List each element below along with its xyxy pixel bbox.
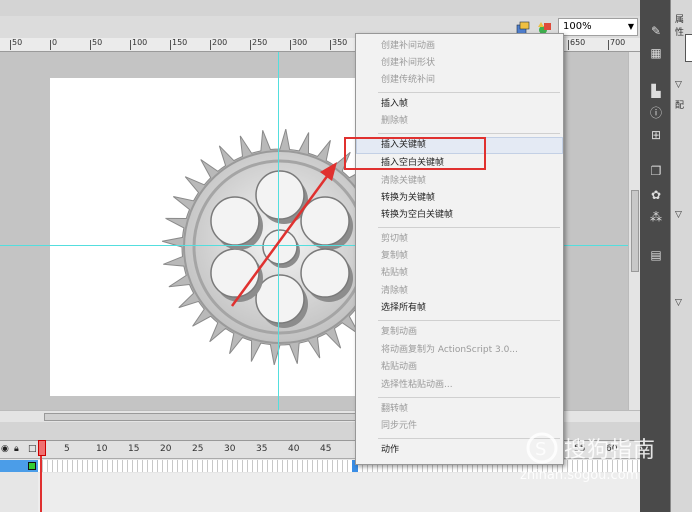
menu-item-create-shape-tween[interactable]: 创建补间形状 [356,55,563,72]
layer-row[interactable] [0,460,38,472]
frame-number: 10 [96,444,108,454]
chevron-down-icon[interactable]: ▽ [675,80,682,90]
vertical-scrollbar[interactable] [628,52,640,410]
ruler-tick: 200 [209,38,228,50]
menu-separator [378,133,560,134]
chevron-down-icon[interactable]: ▽ [675,210,682,220]
menu-item-copy-frames[interactable]: 复制帧 [356,248,563,265]
gear-hole [300,248,350,298]
svg-text:S: S [535,439,546,460]
menu-item-select-all-frames[interactable]: 选择所有帧 [356,300,563,317]
eye-icon[interactable]: ◉ [1,445,10,454]
watermark-url: zhinan.sogou.com [520,468,639,483]
frame-number: 15 [128,444,140,454]
lock-icon[interactable]: 🔒︎ [14,445,23,454]
properties-label: 配 [675,101,685,111]
menu-item-create-classic-tween[interactable]: 创建传统补间 [356,72,563,89]
sogou-logo-icon: S [526,432,558,464]
color-icon[interactable]: ✎ [649,24,663,38]
ruler-tick: 100 [129,38,148,50]
gear-hole [300,196,350,246]
gear-hub [262,229,298,265]
zoom-select[interactable]: 100% ▼ [558,18,638,36]
transform-icon[interactable]: ⊞ [649,128,663,142]
align-icon[interactable]: ▙ [649,84,663,98]
ruler-tick: 50 [9,38,23,50]
ruler-tick: 0 [49,38,58,50]
ruler-tick: 300 [289,38,308,50]
menu-item-create-motion-tween[interactable]: 创建补间动画 [356,38,563,55]
menu-separator [378,227,560,228]
menu-separator [378,397,560,398]
frame-number: 35 [256,444,268,454]
ruler-tick: 50 [89,38,103,50]
menu-item-paste-motion[interactable]: 粘贴动画 [356,359,563,376]
ruler-tick: 250 [249,38,268,50]
menu-item-convert-to-keyframes[interactable]: 转换为关键帧 [356,190,563,207]
outline-icon[interactable]: □ [28,445,37,454]
menu-item-clear-keyframe[interactable]: 清除关键帧 [356,173,563,190]
frame-number: 25 [192,444,204,454]
ruler-tick: 150 [169,38,188,50]
ruler-tick: 350 [329,38,348,50]
annotation-highlight-box [344,137,486,170]
menu-separator [378,320,560,321]
menu-item-reverse-frames[interactable]: 翻转帧 [356,401,563,418]
zoom-value: 100% [563,21,592,32]
menu-item-clear-frames[interactable]: 清除帧 [356,283,563,300]
gear-hole [210,196,260,246]
scroll-thumb[interactable] [631,190,639,272]
ruler-tick: 650 [567,38,586,50]
menu-item-paste-frames[interactable]: 粘贴帧 [356,265,563,282]
edit-symbol-icon[interactable] [538,20,552,34]
layer-color-icon [28,462,36,470]
menu-item-cut-frames[interactable]: 剪切帧 [356,231,563,248]
menu-item-remove-frames[interactable]: 删除帧 [356,113,563,130]
menu-separator [378,92,560,93]
menu-item-copy-motion[interactable]: 复制动画 [356,324,563,341]
motion-presets-icon[interactable]: ⁂ [649,210,663,224]
frame-number: 20 [160,444,172,454]
chevron-down-icon: ▼ [627,22,634,31]
menu-item-paste-motion-special[interactable]: 选择性粘贴动画... [356,377,563,394]
gear-hole [255,170,305,220]
components-icon[interactable]: ✿ [649,188,663,202]
guide-vertical [278,52,279,410]
frame-context-menu: 创建补间动画 创建补间形状 创建传统补间 插入帧 删除帧 插入关键帧 插入空白关… [355,33,564,465]
library-icon[interactable]: ▤ [649,248,663,262]
frame-number: 40 [288,444,300,454]
ruler-tick: 700 [607,38,626,50]
info-icon[interactable]: ⓘ [649,106,663,120]
swatches-icon[interactable]: ▦ [649,46,663,60]
chevron-down-icon[interactable]: ▽ [675,298,682,308]
menu-item-convert-to-blank-keyframes[interactable]: 转换为空白关键帧 [356,207,563,224]
scroll-thumb[interactable] [44,413,404,421]
menu-item-insert-frame[interactable]: 插入帧 [356,96,563,113]
frame-number: 30 [224,444,236,454]
watermark: S 搜狗指南 zhinan.sogou.com [520,432,680,492]
frame-number: 45 [320,444,332,454]
watermark-title: 搜狗指南 [564,438,657,463]
menu-item-copy-motion-as-as3[interactable]: 将动画复制为 ActionScript 3.0... [356,342,563,359]
code-snippets-icon[interactable]: ❐ [649,164,663,178]
document-swatch [685,34,692,62]
gear-hole [210,248,260,298]
frame-number: 5 [64,444,70,454]
edit-scene-icon[interactable] [516,20,530,35]
gear-hole [255,274,305,324]
playhead-handle[interactable] [38,440,46,456]
